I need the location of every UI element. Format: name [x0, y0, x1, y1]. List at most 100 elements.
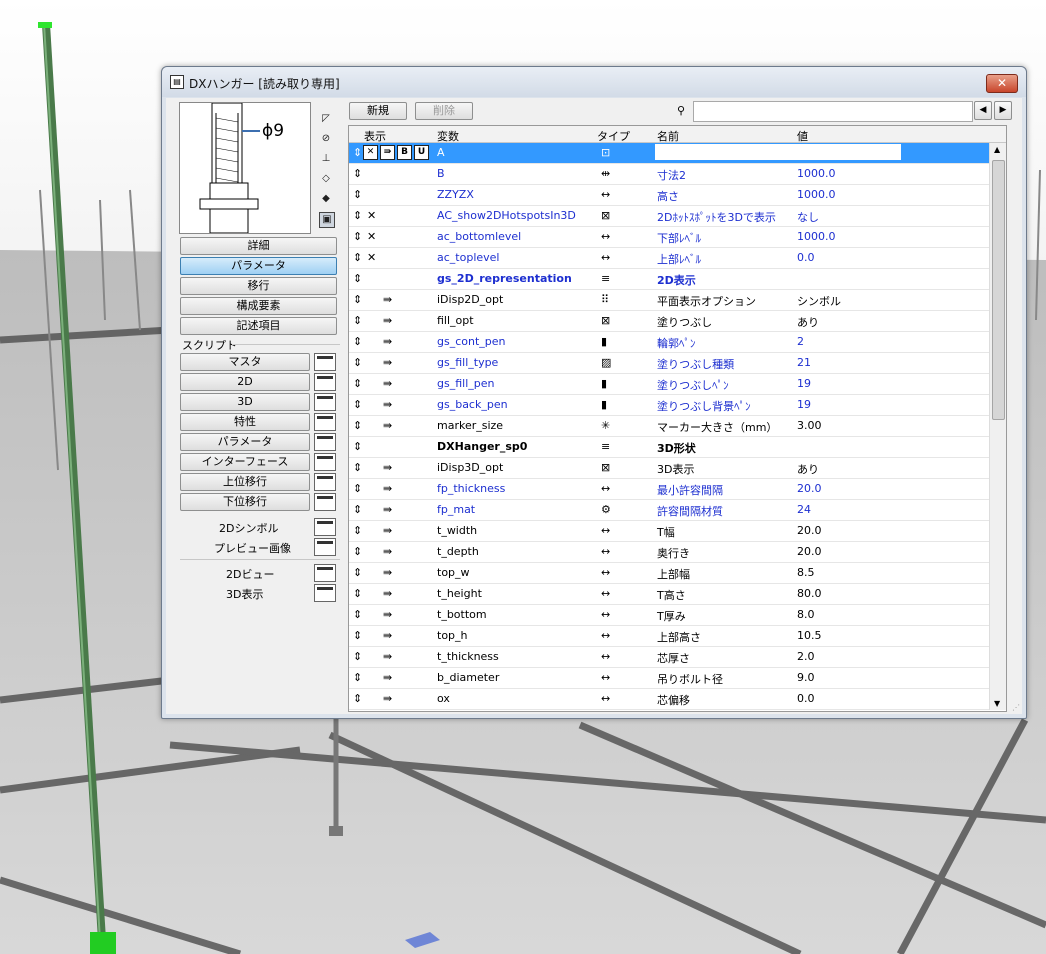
parameter-label[interactable]: 3D表示	[657, 461, 694, 477]
table-row[interactable]: ⇕ ⇛ ox ↔ 芯偏移 0.0	[349, 689, 989, 710]
script-properties-edit-icon[interactable]	[314, 413, 336, 431]
parameter-value[interactable]: 1000.0	[797, 167, 836, 180]
parameter-value[interactable]: 2.0	[797, 650, 815, 663]
header-name[interactable]: 名前	[657, 128, 679, 144]
close-button[interactable]: ✕	[986, 74, 1018, 93]
row-drag-handle-icon[interactable]: ⇕	[353, 398, 362, 411]
variable-name[interactable]: t_height	[437, 587, 482, 600]
parameter-value[interactable]: 80.0	[797, 587, 822, 600]
type-icon[interactable]: ↔	[601, 608, 610, 621]
script-3d-edit-icon[interactable]	[314, 393, 336, 411]
type-icon[interactable]: ↔	[601, 692, 610, 705]
row-drag-handle-icon[interactable]: ⇕	[353, 377, 362, 390]
parameter-value[interactable]: 10.5	[797, 629, 822, 642]
table-row[interactable]: ⇕ ⇛ t_height ↔ T高さ 80.0	[349, 584, 989, 605]
row-drag-handle-icon[interactable]: ⇕	[353, 503, 362, 516]
type-icon[interactable]: ⠿	[601, 293, 609, 306]
parameter-value[interactable]: 0.0	[797, 692, 815, 705]
table-row[interactable]: ⇕ ⇛ top_w ↔ 上部幅 8.5	[349, 563, 989, 584]
variable-name[interactable]: gs_2D_representation	[437, 272, 572, 285]
parameter-value[interactable]: 21	[797, 356, 811, 369]
parameter-label[interactable]: T高さ	[657, 587, 686, 603]
table-row[interactable]: ⇕ ⇛ marker_size ✳ マーカー大きさ（mm） 3.00	[349, 416, 989, 437]
type-icon[interactable]: ↔	[601, 230, 610, 243]
scroll-up-icon[interactable]: ▲	[994, 145, 1000, 154]
descriptors-button[interactable]: 記述項目	[180, 317, 337, 335]
2d-symbol-edit-icon[interactable]	[314, 518, 336, 536]
variable-name[interactable]: iDisp3D_opt	[437, 461, 503, 474]
variable-name[interactable]: t_bottom	[437, 608, 487, 621]
type-icon[interactable]: ↔	[601, 566, 610, 579]
parameter-label[interactable]: 下部ﾚﾍﾞﾙ	[657, 230, 701, 246]
table-row[interactable]: ⇕ ⇛ iDisp3D_opt ⊠ 3D表示 あり	[349, 458, 989, 479]
table-row[interactable]: ⇕ ✕ ac_toplevel ↔ 上部ﾚﾍﾞﾙ 0.0	[349, 248, 989, 269]
child-flag-icon[interactable]: ⇛	[380, 145, 395, 160]
table-row[interactable]: ⇕ ✕ ac_bottomlevel ↔ 下部ﾚﾍﾞﾙ 1000.0	[349, 227, 989, 248]
type-icon[interactable]: ↔	[601, 629, 610, 642]
preview-image-edit-icon[interactable]	[314, 538, 336, 556]
parameter-value[interactable]: 1000.0	[797, 230, 836, 243]
variable-name[interactable]: iDisp2D_opt	[437, 293, 503, 306]
parameter-label[interactable]: 上部ﾚﾍﾞﾙ	[657, 251, 701, 267]
resize-grip-icon[interactable]: ⋰	[1012, 703, 1020, 712]
row-drag-handle-icon[interactable]: ⇕	[353, 629, 362, 642]
row-drag-handle-icon[interactable]: ⇕	[353, 608, 362, 621]
variable-name[interactable]: top_w	[437, 566, 470, 579]
parameter-label[interactable]: T幅	[657, 524, 675, 540]
type-icon[interactable]: ≡	[601, 440, 610, 453]
unique-flag-button[interactable]: U	[414, 145, 429, 160]
table-row[interactable]: ⇕ ⇛ iDisp2D_opt ⠿ 平面表示オプション シンボル	[349, 290, 989, 311]
type-icon[interactable]: ▨	[601, 356, 611, 369]
script-forward-migration-edit-icon[interactable]	[314, 473, 336, 491]
variable-name[interactable]: A	[437, 146, 445, 159]
details-button[interactable]: 詳細	[180, 237, 337, 255]
row-drag-handle-icon[interactable]: ⇕	[353, 356, 362, 369]
variable-name[interactable]: AC_show2DHotspotsIn3D	[437, 209, 576, 222]
title-bar[interactable]: ▤ DXハンガー [読み取り専用] ✕	[162, 67, 1026, 97]
row-drag-handle-icon[interactable]: ⇕	[353, 272, 362, 285]
variable-name[interactable]: gs_fill_type	[437, 356, 498, 369]
row-drag-handle-icon[interactable]: ⇕	[353, 251, 362, 264]
row-drag-handle-icon[interactable]: ⇕	[353, 671, 362, 684]
variable-name[interactable]: ac_bottomlevel	[437, 230, 521, 243]
script-interface-edit-icon[interactable]	[314, 453, 336, 471]
parameter-value[interactable]: 20.0	[797, 545, 822, 558]
3d-view-edit-icon[interactable]	[314, 584, 336, 602]
prev-result-button[interactable]: ◀	[974, 101, 992, 120]
table-row[interactable]: ⇕ ⇛ gs_fill_type ▨ 塗りつぶし種類 21	[349, 353, 989, 374]
table-row[interactable]: ⇕ ⇛ gs_back_pen ▮ 塗りつぶし背景ﾍﾟﾝ 19	[349, 395, 989, 416]
preview-select-icon[interactable]: ▣	[319, 212, 335, 228]
parameter-label[interactable]: 上部幅	[657, 566, 690, 582]
components-button[interactable]: 構成要素	[180, 297, 337, 315]
type-icon[interactable]: ⇹	[601, 167, 610, 180]
header-type[interactable]: タイプ	[597, 128, 630, 144]
type-icon[interactable]: ✳	[601, 419, 610, 432]
table-row[interactable]: ⇕ DXHanger_sp0 ≡ 3D形状	[349, 437, 989, 458]
script-interface-button[interactable]: インターフェース	[180, 453, 310, 471]
variable-name[interactable]: ox	[437, 692, 450, 705]
row-drag-handle-icon[interactable]: ⇕	[353, 419, 362, 432]
type-icon[interactable]: ⊠	[601, 461, 610, 474]
type-icon[interactable]: ⊡	[601, 146, 610, 159]
parameter-value[interactable]: 20.0	[797, 524, 822, 537]
type-icon[interactable]: ↔	[601, 587, 610, 600]
variable-name[interactable]: marker_size	[437, 419, 503, 432]
script-2d-edit-icon[interactable]	[314, 373, 336, 391]
elevation-icon[interactable]: ⊥	[319, 152, 333, 166]
parameter-value[interactable]: 8.5	[797, 566, 815, 579]
row-drag-handle-icon[interactable]: ⇕	[353, 650, 362, 663]
table-row[interactable]: ⇕ ⇛ t_bottom ↔ T厚み 8.0	[349, 605, 989, 626]
type-icon[interactable]: ↔	[601, 671, 610, 684]
parameter-label[interactable]: 芯厚さ	[657, 650, 690, 666]
script-parameters-button[interactable]: パラメータ	[180, 433, 310, 451]
script-parameters-edit-icon[interactable]	[314, 433, 336, 451]
type-icon[interactable]: ↔	[601, 188, 610, 201]
type-icon[interactable]: ↔	[601, 524, 610, 537]
parameter-value[interactable]: 24	[797, 503, 811, 516]
parameter-label[interactable]: 塗りつぶし種類	[657, 356, 734, 372]
parameter-value[interactable]: 2	[797, 335, 804, 348]
table-row[interactable]: ⇕ ⇛ fp_thickness ↔ 最小許容間隔 20.0	[349, 479, 989, 500]
table-row[interactable]: ⇕ ⇛ b_diameter ↔ 吊りボルト径 9.0	[349, 668, 989, 689]
parameter-label[interactable]: 奥行き	[657, 545, 690, 561]
row-drag-handle-icon[interactable]: ⇕	[353, 167, 362, 180]
